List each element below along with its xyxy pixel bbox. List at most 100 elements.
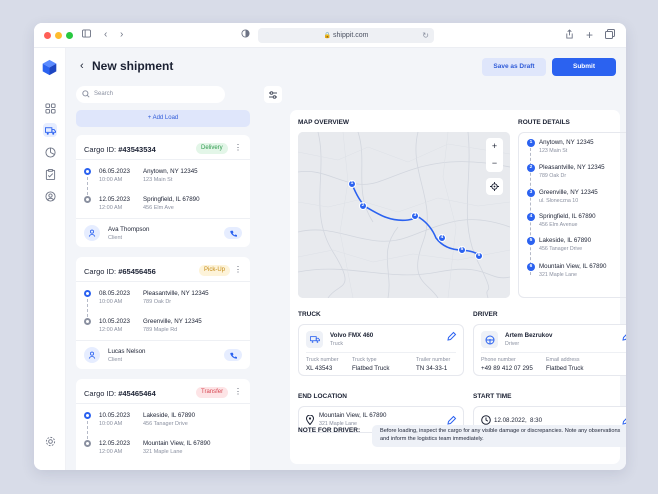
status-badge: Pick-Up	[199, 265, 231, 276]
stop-date: 10.05.2023	[99, 412, 130, 419]
crosshair-icon	[490, 182, 499, 191]
zoom-in-button[interactable]: +	[486, 138, 503, 155]
truck-card: Volvo FMX 460 Truck Truck number XL 4354…	[298, 324, 464, 376]
start-time-title: START TIME	[473, 393, 512, 400]
truck-icon[interactable]	[43, 123, 57, 137]
map-pin[interactable]: 1	[348, 180, 356, 188]
client-name: Lucas Nelson	[108, 348, 146, 355]
minimize-window-button[interactable]	[55, 32, 62, 39]
cargo-card[interactable]: Cargo ID: #43543534 Delivery ⋮ 06.05.202…	[76, 135, 250, 247]
map-pin[interactable]: 4	[438, 234, 446, 242]
maximize-window-button[interactable]	[66, 32, 73, 39]
sidebar-toggle-icon[interactable]	[82, 29, 91, 42]
end-location-city: Mountain View, IL 67890	[319, 412, 387, 419]
browser-back-icon[interactable]: ‹	[104, 29, 107, 41]
stop-date: 10.05.2023	[99, 318, 130, 325]
more-options-icon[interactable]: ⋮	[234, 265, 242, 275]
browser-window: ‹ › 🔒 shippit.com ↻ + ‹ New shipment Sav…	[34, 23, 626, 470]
cargo-id: Cargo ID: #65456456	[84, 267, 156, 276]
map-view[interactable]: + − 1 2 3 4 5 6	[298, 132, 510, 298]
step-city: Pleasantville, NY 12345	[539, 164, 605, 171]
client-avatar-icon	[84, 225, 100, 241]
stop-time: 12:00 AM	[99, 449, 123, 455]
step-number: 1	[527, 139, 535, 147]
step-city: Mountain View, IL 67890	[539, 263, 607, 270]
save-as-draft-button[interactable]: Save as Draft	[482, 58, 546, 76]
stop-city: Springfield, IL 67890	[143, 196, 200, 203]
step-address: 123 Main St	[539, 148, 568, 154]
user-icon[interactable]	[43, 189, 57, 203]
app-logo-icon[interactable]	[41, 59, 58, 76]
cargo-card[interactable]: Cargo ID: #45465464 Transfer ⋮ 10.05.202…	[76, 379, 250, 470]
close-window-button[interactable]	[44, 32, 51, 39]
chart-icon[interactable]	[43, 145, 57, 159]
contact-client-button[interactable]	[224, 227, 242, 239]
map-overview-title: MAP OVERVIEW	[298, 119, 350, 126]
stop-city: Greenville, NY 12345	[143, 318, 202, 325]
main-content: ‹ New shipment Save as Draft Submit Sear…	[66, 48, 626, 470]
step-address: 456 Elm Avenue	[539, 222, 578, 228]
search-placeholder: Search	[94, 91, 114, 97]
step-city: Lakeside, IL 67890	[539, 237, 592, 244]
browser-toolbar: ‹ › 🔒 shippit.com ↻ +	[34, 23, 626, 48]
edit-time-icon[interactable]	[622, 415, 626, 425]
route-details-title: ROUTE DETAILS	[518, 119, 570, 126]
truck-icon	[306, 331, 323, 348]
stop-address: 789 Oak Dr	[143, 299, 172, 305]
step-address: 321 Maple Lane	[539, 272, 577, 278]
map-pin[interactable]: 3	[411, 212, 419, 220]
cargo-id: Cargo ID: #43543534	[84, 145, 156, 154]
stop-address: 321 Maple Lane	[143, 449, 183, 455]
step-address: 456 Tanager Drive	[539, 246, 583, 252]
client-avatar-icon	[84, 347, 100, 363]
settings-icon[interactable]	[43, 434, 57, 448]
lock-icon: 🔒	[323, 33, 332, 39]
add-load-button[interactable]: + Add Load	[76, 110, 250, 127]
address-bar[interactable]: 🔒 shippit.com ↻	[258, 28, 434, 43]
back-arrow-icon[interactable]: ‹	[80, 60, 84, 72]
edit-driver-icon[interactable]	[622, 331, 626, 341]
app-sidebar	[34, 48, 66, 470]
submit-button[interactable]: Submit	[552, 58, 616, 76]
stop-time: 12:00 AM	[99, 205, 123, 211]
layout-icon[interactable]	[43, 101, 57, 115]
status-badge: Transfer	[196, 387, 229, 398]
search-input[interactable]: Search	[76, 86, 225, 103]
status-badge: Delivery	[196, 143, 228, 154]
map-pin[interactable]: 2	[359, 202, 367, 210]
cargo-id: Cargo ID: #45465464	[84, 389, 156, 398]
cargo-card[interactable]: Cargo ID: #65456456 Pick-Up ⋮ 08.05.2023…	[76, 257, 250, 369]
clipboard-icon[interactable]	[43, 167, 57, 181]
contact-client-button[interactable]	[224, 349, 242, 361]
map-pin[interactable]: 6	[475, 252, 483, 260]
origin-marker-icon	[84, 290, 91, 297]
reload-icon[interactable]: ↻	[422, 28, 429, 43]
location-pin-icon	[306, 415, 314, 425]
browser-forward-icon[interactable]: ›	[120, 29, 123, 41]
client-role: Client	[108, 357, 123, 363]
locate-button[interactable]	[486, 178, 503, 195]
filter-button[interactable]	[264, 86, 282, 103]
stop-address: 789 Maple Rd	[143, 327, 178, 333]
divider	[76, 218, 250, 219]
stop-city: Mountain View, IL 67890	[143, 440, 211, 447]
share-icon[interactable]	[565, 29, 574, 43]
truck-type-value: Flatbed Truck	[352, 365, 390, 372]
zoom-out-button[interactable]: −	[486, 155, 503, 172]
map-pin[interactable]: 5	[458, 246, 466, 254]
stop-address: 123 Main St	[143, 177, 173, 183]
more-options-icon[interactable]: ⋮	[234, 387, 242, 397]
truck-subtitle: Truck	[330, 341, 344, 347]
edit-location-icon[interactable]	[447, 415, 457, 425]
driver-note[interactable]: Before loading, inspect the cargo for an…	[372, 425, 626, 447]
sliders-icon	[269, 90, 277, 99]
new-tab-icon[interactable]: +	[586, 29, 593, 41]
privacy-shield-icon[interactable]	[241, 29, 250, 42]
step-number: 6	[527, 263, 535, 271]
tabs-overview-icon[interactable]	[605, 29, 615, 43]
more-options-icon[interactable]: ⋮	[234, 143, 242, 153]
divider	[76, 159, 250, 160]
page-title: New shipment	[92, 59, 174, 73]
search-icon	[82, 90, 90, 98]
edit-truck-icon[interactable]	[447, 331, 457, 341]
